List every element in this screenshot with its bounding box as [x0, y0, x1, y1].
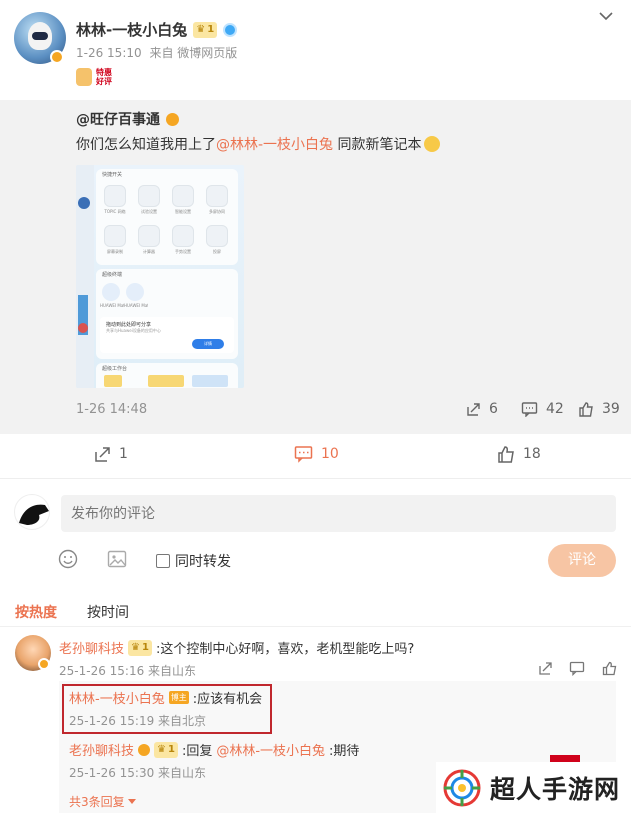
chevron-down-icon[interactable]: [598, 10, 614, 22]
more-replies-link[interactable]: 共3条回复: [69, 793, 136, 810]
blogger-tag: 博主: [168, 691, 189, 704]
panel-section-devices: 超级终端: [102, 272, 123, 278]
crown-icon: ♛: [196, 24, 206, 35]
panel-tile: [138, 185, 160, 207]
share-icon: [467, 403, 480, 416]
reply-text: :应该有机会: [192, 692, 263, 707]
comment-line: 老孙聊科技 ♛ 1 :这个控制中心好啊，喜欢，老机型能吃上吗?: [59, 638, 414, 657]
comment-icon: [569, 661, 585, 676]
watermark-logo-icon: [443, 769, 481, 806]
repost-checkbox[interactable]: 同时转发: [156, 551, 231, 571]
panel-tile-label: 试验设置: [141, 209, 157, 214]
watermark: 超人手游网: [436, 762, 631, 813]
panel-tile-label: 手势设置: [175, 249, 191, 254]
emoji-button[interactable]: [58, 549, 78, 569]
comment-share-button[interactable]: [538, 661, 553, 676]
verified-icon: [166, 112, 179, 126]
repost-text: 你们怎么知道我用上了@林林-一枝小白兔 同款新笔记本: [76, 134, 440, 154]
comment-icon: [521, 402, 538, 417]
post-author-name[interactable]: 林林-一枝小白兔: [76, 19, 187, 40]
reply-meta: 25-1-26 15:19 来自北京: [69, 714, 207, 728]
post-source: 来自 微博网页版: [149, 46, 238, 60]
commenter-name[interactable]: 老孙聊科技: [59, 638, 124, 657]
decoration-badge[interactable]: 特惠 好评: [76, 68, 112, 86]
comment-icon: [294, 446, 313, 463]
share-icon: [95, 447, 110, 462]
panel-tile: [172, 225, 194, 247]
smiley-icon: [58, 549, 78, 569]
panel-tile: [104, 225, 126, 247]
caret-down-icon: [127, 798, 136, 804]
share-button[interactable]: 1: [93, 445, 128, 463]
checkbox-box[interactable]: [156, 554, 170, 568]
divider: [0, 478, 631, 479]
mention-link[interactable]: @林林-一枝小白兔: [216, 137, 333, 153]
emoji-thinking-icon: [423, 136, 440, 152]
comment-meta: 25-1-26 15:16 来自山东: [59, 664, 197, 678]
tab-sort-hot[interactable]: 按热度: [15, 602, 57, 622]
thumbs-up-icon: [602, 661, 617, 676]
tab-sort-time[interactable]: 按时间: [87, 602, 129, 622]
my-avatar[interactable]: [14, 494, 50, 530]
repost-like-button[interactable]: 39: [578, 401, 620, 417]
like-button[interactable]: 18: [497, 445, 541, 463]
verified-icon: [138, 743, 151, 756]
panel-tile-label: TOPIC 网络: [104, 209, 126, 214]
repost-comment-button[interactable]: 42: [521, 401, 564, 417]
panel-tile: [104, 185, 126, 207]
panel-tile: [206, 185, 228, 207]
crown-icon: ♛: [157, 744, 166, 755]
crown-icon: ♛: [131, 642, 140, 653]
submit-comment-button[interactable]: 评论: [548, 544, 616, 577]
divider: [0, 626, 631, 627]
panel-section-quick: 快捷开关: [102, 172, 123, 178]
image-icon: [107, 550, 127, 568]
reply-author[interactable]: 林林-一枝小白兔: [69, 688, 165, 707]
verified-icon: [38, 658, 50, 670]
panel-card-button: 详情: [192, 339, 224, 349]
thumbs-up-icon: [498, 446, 514, 463]
panel-tile-label: 智能设置: [175, 209, 191, 214]
reply-line: 林林-一枝小白兔 博主 :应该有机会: [69, 688, 262, 707]
panel-tile-label: 投屏: [213, 249, 221, 254]
comment-reply-button[interactable]: [569, 661, 585, 676]
comment-text: :这个控制中心好啊，喜欢，老机型能吃上吗?: [155, 642, 415, 657]
globe-icon: [223, 22, 238, 37]
comment-input[interactable]: [61, 495, 616, 532]
level-badge: ♛ 1: [193, 21, 218, 38]
reply-meta: 25-1-26 15:30 来自山东: [69, 766, 207, 780]
repost-share-button[interactable]: 6: [465, 401, 498, 417]
panel-tile-label: 计算器: [143, 249, 155, 254]
post-time[interactable]: 1-26 15:10: [76, 46, 142, 60]
panel-tile-label: 多屏协同: [209, 209, 225, 214]
reply-author[interactable]: 老孙聊科技: [69, 740, 134, 759]
comment-button[interactable]: 10: [294, 445, 339, 463]
panel-tile: [172, 185, 194, 207]
repost-author[interactable]: @旺仔百事通: [76, 109, 179, 129]
thumbs-up-icon: [579, 402, 593, 417]
comment-like-button[interactable]: [602, 661, 617, 676]
repost-time[interactable]: 1-26 14:48: [76, 402, 147, 417]
verified-icon: [50, 50, 64, 64]
mention-link[interactable]: @林林-一枝小白兔: [216, 740, 325, 759]
panel-tile: [206, 225, 228, 247]
share-icon: [539, 662, 552, 675]
level-badge: ♛ 1: [154, 741, 178, 758]
repost-image[interactable]: 快捷开关 超级终端 HUAWEI MateBook HUAWEI Mate 拖动…: [76, 165, 244, 388]
panel-tile: [138, 225, 160, 247]
reply-line: 老孙聊科技 ♛ 1 :回复 @林林-一枝小白兔:期待: [69, 740, 359, 759]
level-badge: ♛ 1: [128, 639, 152, 656]
watermark-text: 超人手游网: [490, 774, 621, 804]
dog-icon: [76, 68, 92, 86]
image-button[interactable]: [107, 549, 127, 569]
panel-tile-label: 屏幕录制: [107, 249, 123, 254]
